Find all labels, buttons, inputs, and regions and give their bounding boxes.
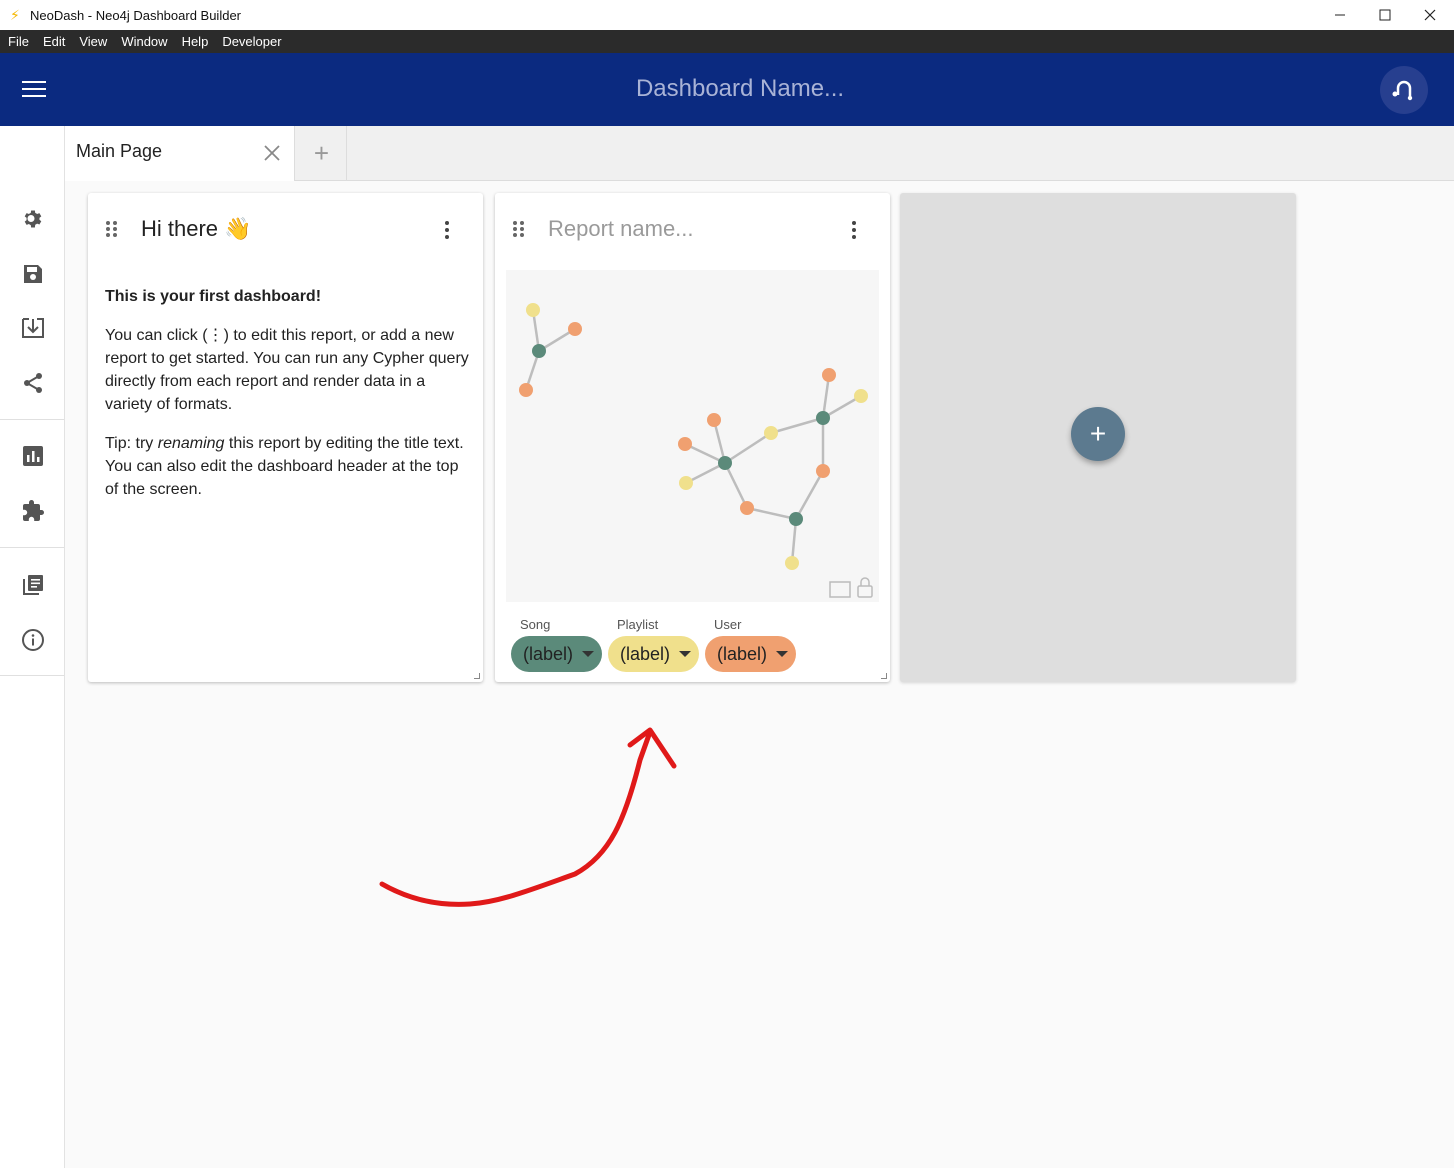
chevron-down-icon <box>679 651 691 657</box>
info-icon[interactable] <box>18 625 48 655</box>
graph-node-song <box>816 411 830 425</box>
minimize-icon <box>1335 14 1345 16</box>
tip-emphasis: renaming <box>157 435 225 452</box>
menu-window[interactable]: Window <box>121 34 167 49</box>
hamburger-menu-icon[interactable] <box>22 81 46 99</box>
menu-bar: File Edit View Window Help Developer <box>0 30 1454 53</box>
drag-handle-icon[interactable] <box>105 220 119 238</box>
graph-node-song <box>789 512 803 526</box>
graph-node-user <box>822 368 836 382</box>
legend-select-song[interactable]: (label) <box>511 636 602 672</box>
drag-handle-icon[interactable] <box>512 220 526 238</box>
chart-icon[interactable] <box>18 441 48 471</box>
graph-node-user <box>707 413 721 427</box>
graph-node-song <box>718 456 732 470</box>
report-menu-icon[interactable] <box>851 221 857 239</box>
sidebar-divider <box>0 675 64 676</box>
maximize-icon <box>1379 9 1391 21</box>
settings-icon[interactable] <box>18 204 48 234</box>
docs-icon[interactable] <box>18 570 48 600</box>
minimize-button[interactable] <box>1317 0 1363 30</box>
graph-node-user <box>678 437 692 451</box>
graph-node-playlist <box>785 556 799 570</box>
chevron-down-icon <box>582 651 594 657</box>
legend-select-playlist[interactable]: (label) <box>608 636 699 672</box>
neo4j-connection-button[interactable] <box>1380 66 1428 114</box>
legend-label: (label) <box>523 643 574 664</box>
close-icon <box>1424 9 1436 21</box>
window-title: NeoDash - Neo4j Dashboard Builder <box>30 7 242 23</box>
report-text-content: This is your first dashboard! You can cl… <box>105 285 470 517</box>
menu-edit[interactable]: Edit <box>43 34 65 49</box>
share-icon[interactable] <box>18 368 48 398</box>
close-window-button[interactable] <box>1407 0 1453 30</box>
sidebar-divider <box>0 419 64 420</box>
legend-category-song: Song <box>520 617 551 632</box>
fullscreen-icon <box>829 581 851 598</box>
graph-node-user <box>568 322 582 336</box>
sidebar <box>0 126 65 1168</box>
add-page-button[interactable]: + <box>297 126 347 181</box>
lock-icon <box>857 577 873 598</box>
graph-node-playlist <box>854 389 868 403</box>
chevron-down-icon <box>776 651 788 657</box>
legend-label: (label) <box>717 643 768 664</box>
graph-node-user <box>740 501 754 515</box>
legend-label: (label) <box>620 643 671 664</box>
add-report-card: + <box>900 193 1296 682</box>
load-icon[interactable] <box>18 313 48 343</box>
menu-developer[interactable]: Developer <box>222 34 281 49</box>
report-title[interactable]: Hi there 👋 <box>141 216 252 242</box>
graph-node-user <box>519 383 533 397</box>
graph-node-song <box>532 344 546 358</box>
tip-prefix: Tip: try <box>105 435 158 452</box>
graph-node-playlist <box>526 303 540 317</box>
menu-help[interactable]: Help <box>182 34 209 49</box>
sidebar-divider <box>0 547 64 548</box>
report-tip: Tip: try renaming this report by editing… <box>105 432 470 501</box>
resize-handle[interactable] <box>881 673 887 679</box>
tab-label: Main Page <box>76 141 163 161</box>
neo4j-logo-icon <box>1392 80 1413 101</box>
graph-node-playlist <box>764 426 778 440</box>
report-heading: This is your first dashboard! <box>105 288 322 305</box>
close-tab-icon[interactable] <box>261 142 283 164</box>
graph-node-playlist <box>679 476 693 490</box>
resize-handle[interactable] <box>474 673 480 679</box>
lightning-bolt-icon: ⚡ <box>10 6 20 23</box>
report-card-graph: Report name... Song Playlist User (label… <box>495 193 890 682</box>
graph-canvas[interactable] <box>506 270 879 602</box>
add-report-button[interactable]: + <box>1071 407 1125 461</box>
legend-category-user: User <box>714 617 742 632</box>
page-tab-bar: Main Page + <box>65 126 1454 181</box>
legend-select-user[interactable]: (label) <box>705 636 796 672</box>
menu-file[interactable]: File <box>8 34 29 49</box>
window-titlebar: ⚡ NeoDash - Neo4j Dashboard Builder <box>0 0 1454 30</box>
graph-visualization[interactable] <box>506 270 879 602</box>
dashboard-name-input[interactable]: Dashboard Name... <box>540 75 940 103</box>
legend-category-playlist: Playlist <box>617 617 659 632</box>
save-icon[interactable] <box>18 259 48 289</box>
report-menu-icon[interactable] <box>444 221 450 239</box>
report-paragraph: You can click (⋮) to edit this report, o… <box>105 327 469 413</box>
menu-view[interactable]: View <box>79 34 107 49</box>
maximize-button[interactable] <box>1362 0 1408 30</box>
graph-node-user <box>816 464 830 478</box>
tab-main-page[interactable]: Main Page <box>65 126 295 181</box>
report-title-input[interactable]: Report name... <box>548 216 694 242</box>
report-card-text: Hi there 👋 This is your first dashboard!… <box>88 193 483 682</box>
extensions-icon[interactable] <box>18 496 48 526</box>
app-header: Dashboard Name... <box>0 53 1454 126</box>
